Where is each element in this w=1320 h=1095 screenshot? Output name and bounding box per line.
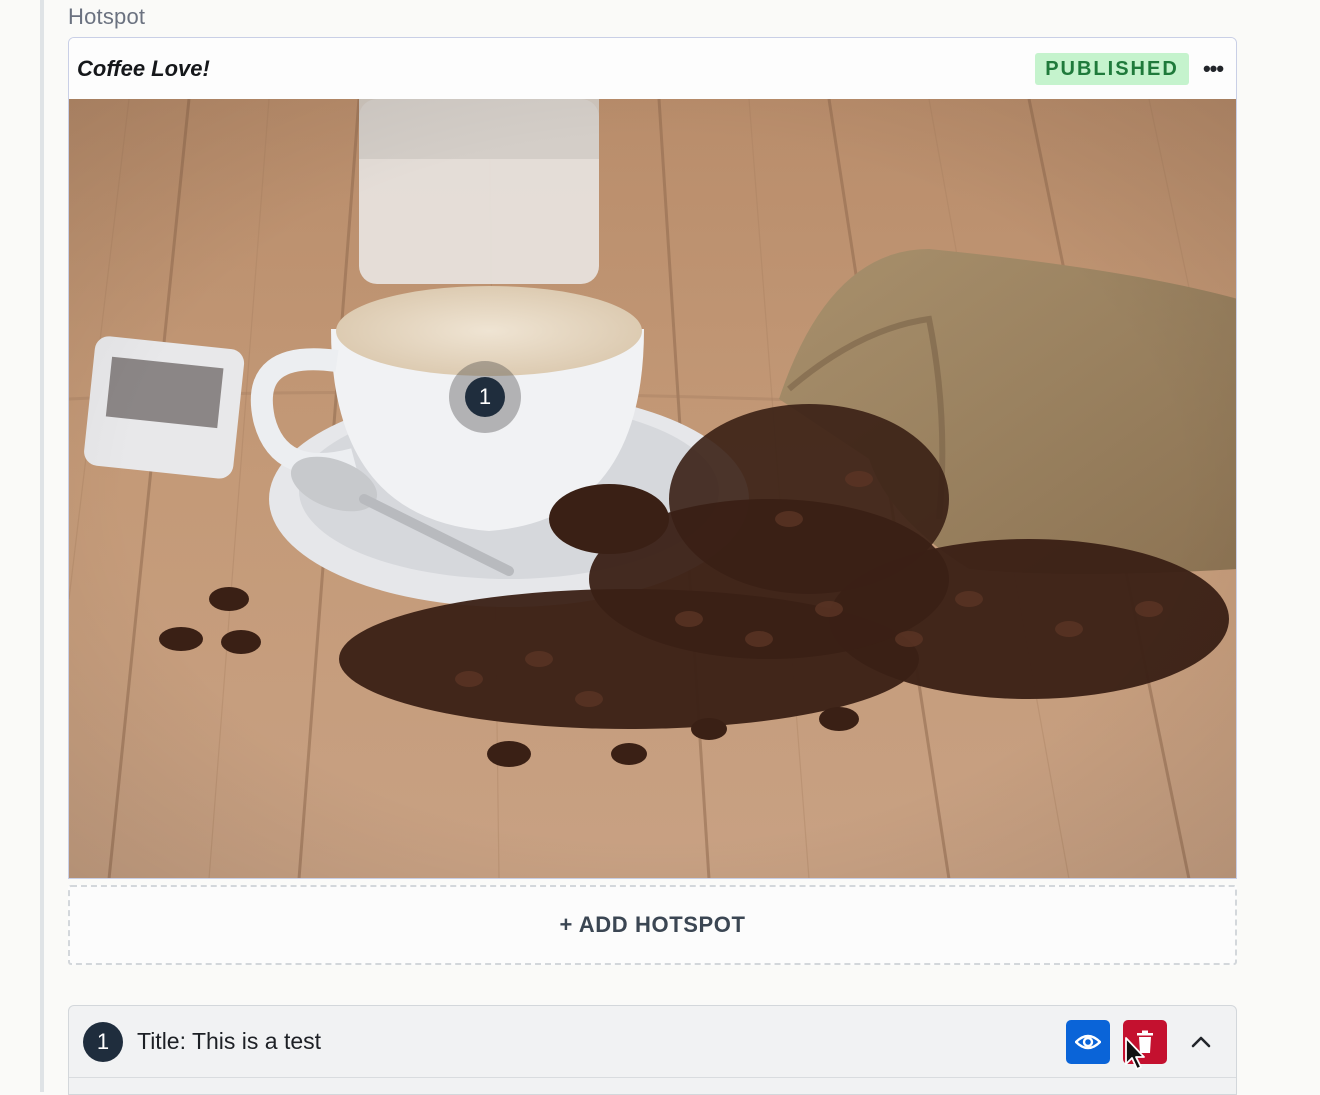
collapse-hotspot-button[interactable] — [1185, 1026, 1217, 1058]
left-border — [40, 0, 44, 1092]
coffee-photo — [69, 99, 1236, 878]
more-options-button[interactable]: ••• — [1197, 54, 1229, 84]
trash-icon — [1137, 1030, 1153, 1053]
chevron-up-icon — [1191, 1036, 1211, 1048]
hotspot-image[interactable]: 1 — [69, 99, 1236, 878]
ellipsis-icon: ••• — [1202, 56, 1224, 81]
section-label: Hotspot — [68, 4, 146, 29]
add-hotspot-button[interactable]: + ADD HOTSPOT — [68, 885, 1237, 965]
card-title: Coffee Love! — [77, 56, 210, 81]
hotspot-number-badge: 1 — [83, 1022, 123, 1062]
row-divider — [69, 1077, 1236, 1078]
image-hotspot-marker[interactable]: 1 — [465, 377, 505, 417]
status-badge: PUBLISHED — [1035, 53, 1189, 85]
eye-icon — [1075, 1034, 1101, 1050]
page: Hotspot Coffee Love! PUBLISHED ••• 1 + A… — [0, 0, 1320, 1095]
hotspot-card: Coffee Love! PUBLISHED ••• 1 — [68, 37, 1237, 879]
card-header: Coffee Love! PUBLISHED ••• — [69, 38, 1236, 99]
view-hotspot-button[interactable] — [1066, 1020, 1110, 1064]
delete-hotspot-button[interactable] — [1123, 1020, 1167, 1064]
hotspot-list-item[interactable]: 1 Title: This is a test — [68, 1005, 1237, 1095]
hotspot-title: Title: This is a test — [137, 1028, 322, 1054]
